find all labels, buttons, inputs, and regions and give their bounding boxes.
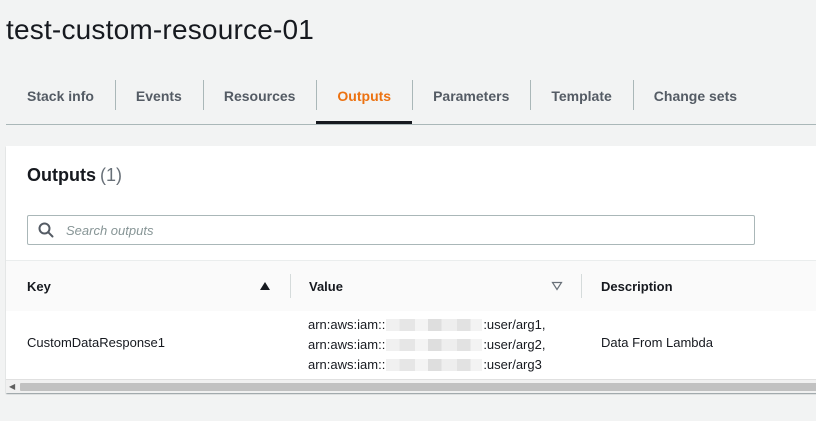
scrollbar-thumb[interactable] xyxy=(20,383,816,391)
outputs-header: Outputs (1) xyxy=(27,165,122,186)
outputs-panel: Outputs(1) Key Value Description CustomD… xyxy=(6,146,816,393)
table-header: Key Value Description xyxy=(6,260,816,312)
table-row: CustomDataResponse1 arn:aws:iam:::user/a… xyxy=(6,311,816,379)
scroll-left-icon[interactable]: ◀ xyxy=(9,382,15,391)
value-suffix: :user/arg2, xyxy=(483,337,546,352)
page-title: test-custom-resource-01 xyxy=(6,14,315,45)
redacted-account-id xyxy=(386,339,483,351)
outputs-count: (1) xyxy=(100,165,122,185)
tab-outputs[interactable]: Outputs xyxy=(316,72,412,124)
tab-resources[interactable]: Resources xyxy=(202,72,317,120)
value-prefix: arn:aws:iam:: xyxy=(308,317,386,332)
column-divider[interactable] xyxy=(581,274,582,298)
tab-parameters[interactable]: Parameters xyxy=(412,72,530,120)
column-divider[interactable] xyxy=(290,274,291,298)
tab-template[interactable]: Template xyxy=(530,72,632,120)
value-line: arn:aws:iam:::user/arg1, xyxy=(308,315,545,335)
value-suffix: :user/arg3 xyxy=(483,357,542,372)
search-box[interactable] xyxy=(27,215,755,245)
tab-change-sets[interactable]: Change sets xyxy=(632,72,758,120)
output-description: Data From Lambda xyxy=(601,335,713,350)
output-key: CustomDataResponse1 xyxy=(27,335,166,350)
column-header-description[interactable]: Description xyxy=(601,261,673,311)
value-line: arn:aws:iam:::user/arg3 xyxy=(308,355,545,375)
outputs-title: Outputs xyxy=(27,165,96,185)
tab-bar: Stack info Events Resources Outputs Para… xyxy=(6,72,816,125)
tab-events[interactable]: Events xyxy=(114,72,203,120)
column-header-value[interactable]: Value xyxy=(309,261,343,311)
value-prefix: arn:aws:iam:: xyxy=(308,357,386,372)
redacted-account-id xyxy=(386,359,483,371)
search-icon xyxy=(38,222,54,238)
value-prefix: arn:aws:iam:: xyxy=(308,337,386,352)
sort-ascending-icon[interactable] xyxy=(259,281,271,291)
value-suffix: :user/arg1, xyxy=(483,317,546,332)
sort-descending-icon[interactable] xyxy=(551,281,563,291)
output-value: arn:aws:iam:::user/arg1, arn:aws:iam:::u… xyxy=(308,315,545,375)
horizontal-scrollbar[interactable]: ◀ xyxy=(6,379,816,393)
tab-stack-info[interactable]: Stack info xyxy=(6,72,115,120)
redacted-account-id xyxy=(386,319,483,331)
value-line: arn:aws:iam:::user/arg2, xyxy=(308,335,545,355)
search-input[interactable] xyxy=(64,221,754,239)
column-header-key[interactable]: Key xyxy=(27,261,51,311)
